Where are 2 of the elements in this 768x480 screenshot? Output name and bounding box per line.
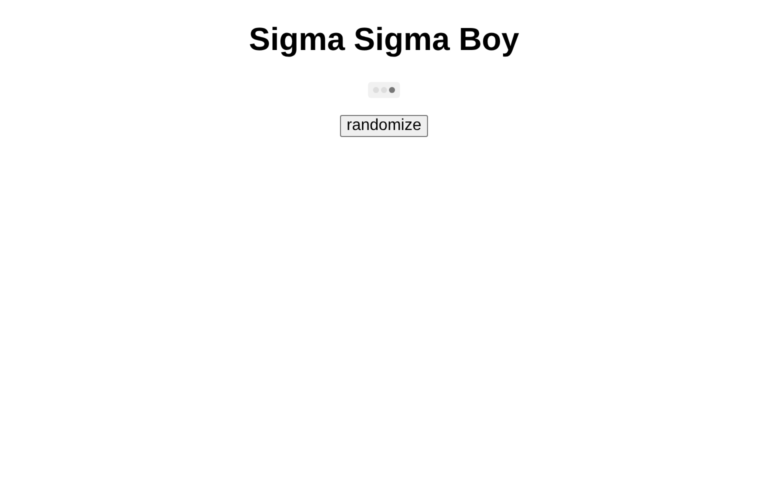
randomize-button[interactable]: randomize <box>340 115 428 137</box>
page-title: Sigma Sigma Boy <box>248 21 520 58</box>
